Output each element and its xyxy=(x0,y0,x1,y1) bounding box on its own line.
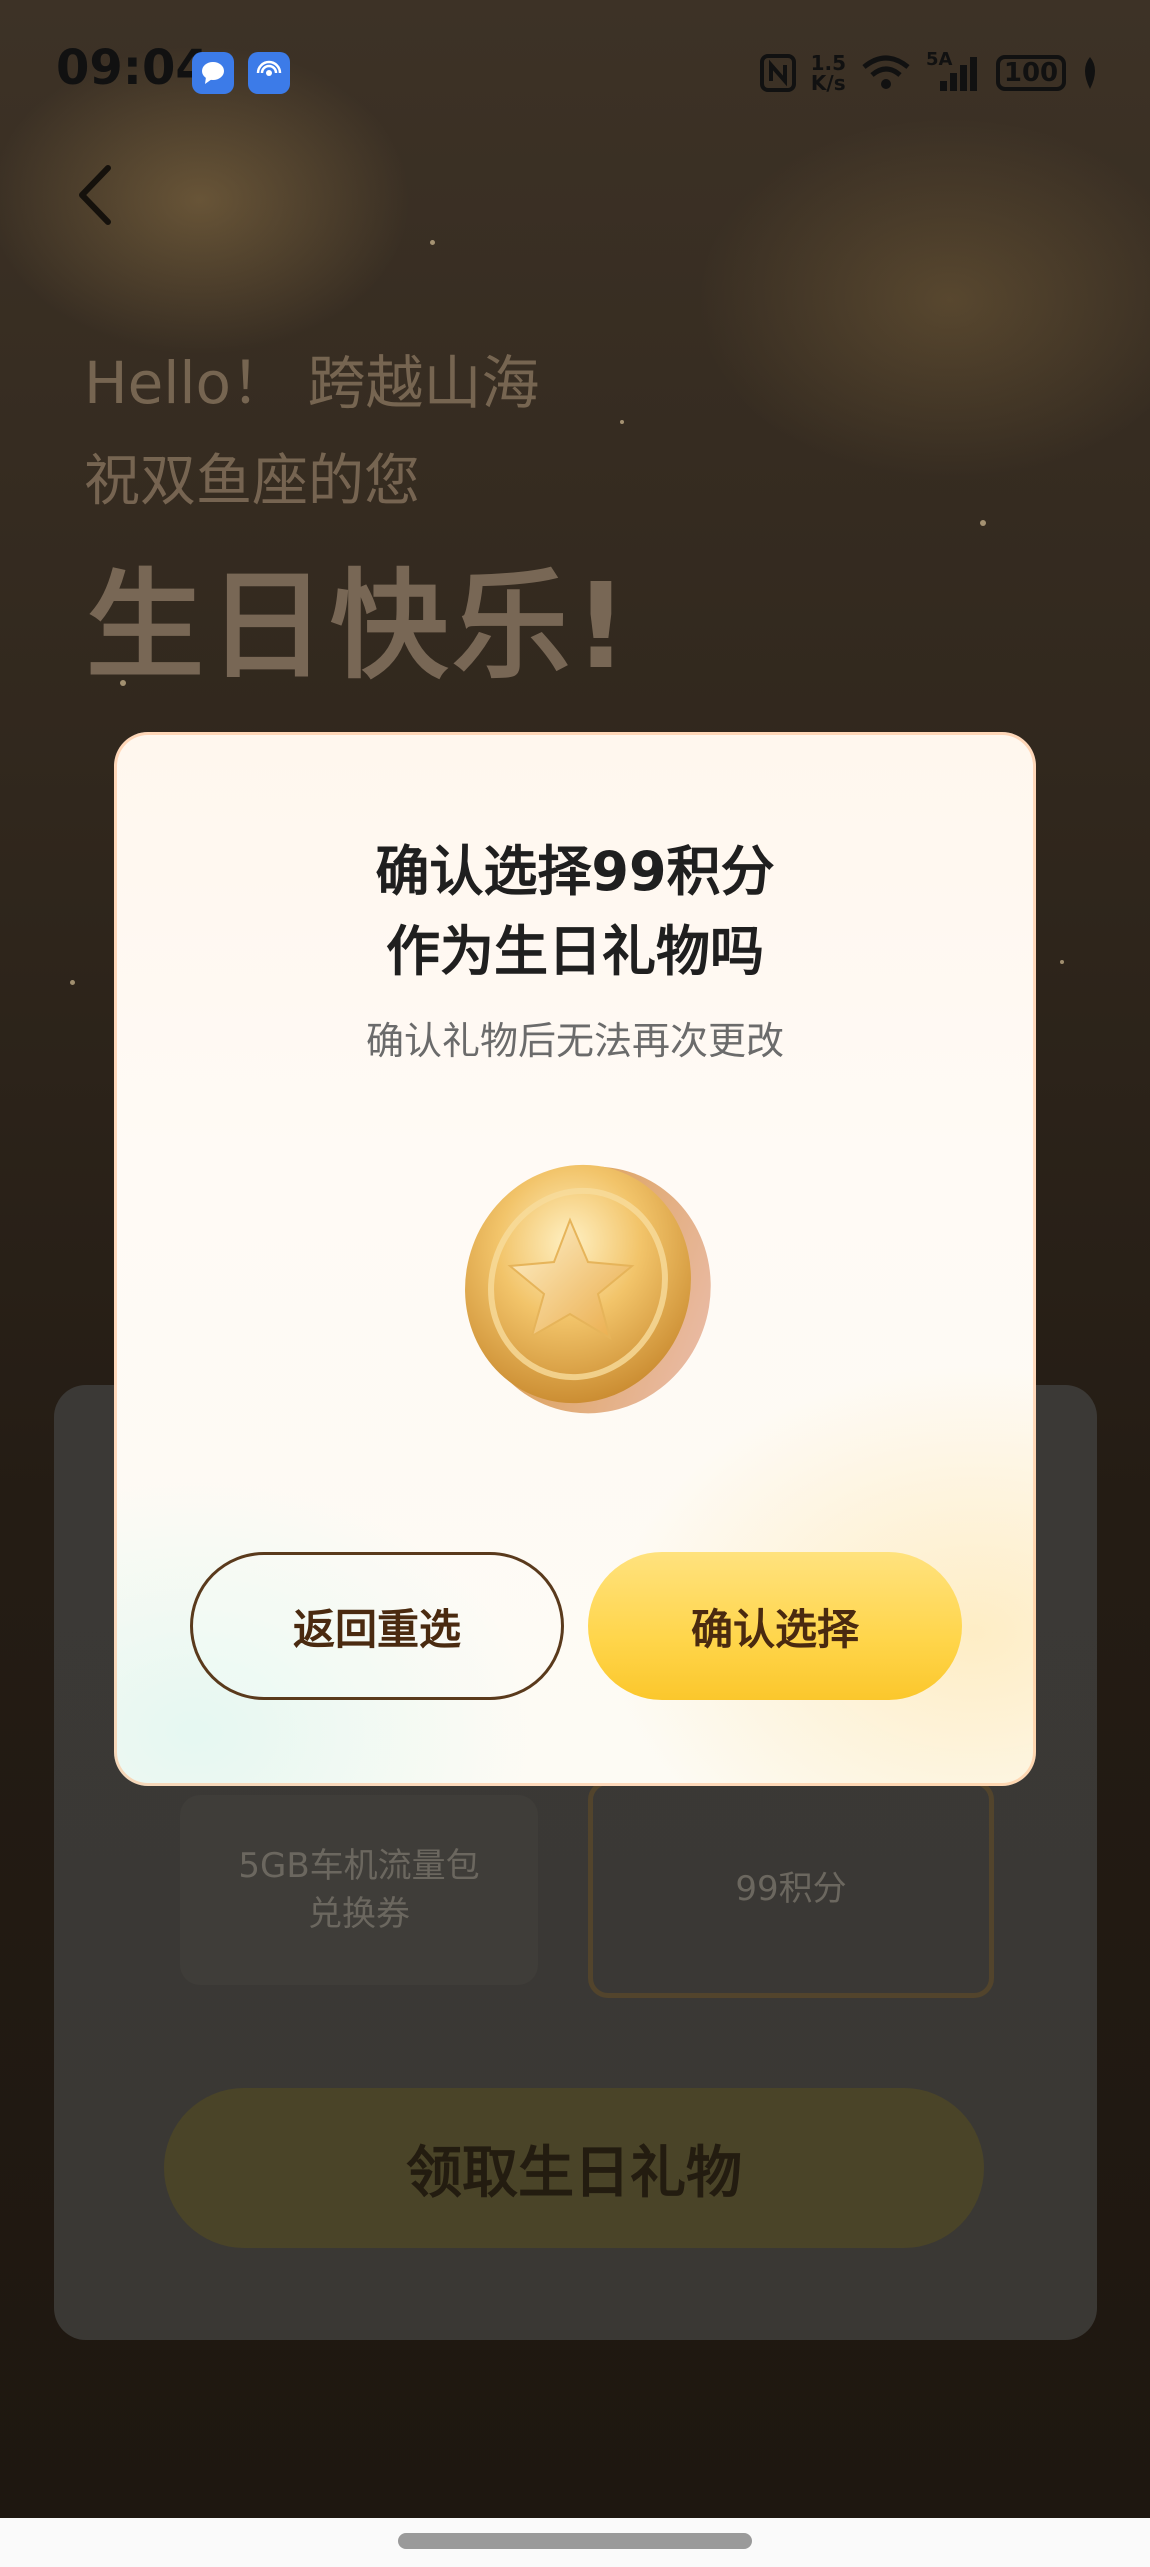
dialog-title-line-2: 作为生日礼物吗 xyxy=(386,920,764,983)
gold-star-coin-icon xyxy=(465,1164,711,1414)
dialog-subtitle: 确认礼物后无法再次更改 xyxy=(365,1019,784,1063)
confirm-dialog: 确认选择99积分 作为生日礼物吗 确认礼物后无法再次更改 返回重选 确认选择 xyxy=(114,732,1036,1786)
home-indicator[interactable] xyxy=(398,2533,752,2549)
navigation-bar xyxy=(0,2518,1150,2567)
dialog-title: 确认选择99积分 作为生日礼物吗 xyxy=(114,832,1036,992)
reselect-button[interactable]: 返回重选 xyxy=(190,1552,564,1700)
confirm-button[interactable]: 确认选择 xyxy=(588,1552,962,1700)
dialog-title-line-1: 确认选择99积分 xyxy=(375,840,775,903)
